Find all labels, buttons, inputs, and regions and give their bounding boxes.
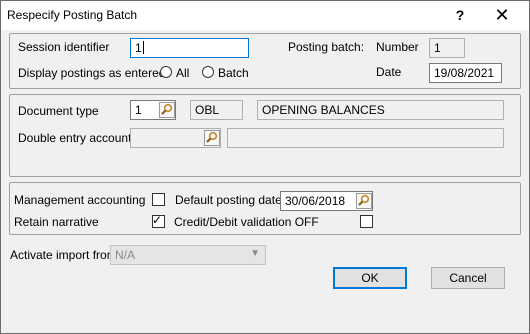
activate-import-select: N/A ▼ xyxy=(110,245,266,265)
radio-batch-label[interactable]: Batch xyxy=(218,66,249,80)
activate-import-selected: N/A xyxy=(115,248,136,262)
double-entry-lookup-icon[interactable] xyxy=(204,130,220,146)
credit-debit-validation-label: Credit/Debit validation OFF xyxy=(174,215,319,229)
title-bar: Respecify Posting Batch ? ✕ xyxy=(1,1,529,30)
chevron-down-icon: ▼ xyxy=(250,248,260,259)
session-identifier-label: Session identifier xyxy=(18,40,110,54)
radio-all[interactable] xyxy=(160,66,172,78)
text-cursor xyxy=(142,41,144,54)
dialog-title: Respecify Posting Batch xyxy=(7,8,138,22)
close-button[interactable]: ✕ xyxy=(487,4,517,26)
help-button[interactable]: ? xyxy=(449,5,471,25)
activate-import-label: Activate import from xyxy=(10,248,117,262)
document-type-label: Document type xyxy=(18,104,99,118)
respecify-posting-batch-dialog: Respecify Posting Batch ? ✕ Session iden… xyxy=(0,0,530,334)
radio-all-label[interactable]: All xyxy=(176,66,189,80)
posting-batch-label: Posting batch: xyxy=(288,40,365,54)
management-accounting-label: Management accounting xyxy=(14,193,146,207)
document-type-lookup-icon[interactable] xyxy=(159,102,175,118)
number-label: Number xyxy=(376,40,419,54)
document-type-description-field: OPENING BALANCES xyxy=(257,100,504,120)
default-posting-date-lookup-icon[interactable] xyxy=(356,193,372,209)
display-postings-label: Display postings as entered xyxy=(18,66,166,80)
posting-batch-number-field: 1 xyxy=(429,38,465,58)
radio-batch[interactable] xyxy=(202,66,214,78)
management-accounting-checkbox[interactable] xyxy=(152,193,165,206)
credit-debit-validation-checkbox[interactable] xyxy=(360,215,373,228)
document-type-code-field: OBL xyxy=(190,100,243,120)
session-identifier-value: 1 xyxy=(135,41,142,55)
retain-narrative-label: Retain narrative xyxy=(14,215,99,229)
retain-narrative-checkbox[interactable]: ✓ xyxy=(152,213,165,228)
session-identifier-input[interactable]: 1 xyxy=(130,38,249,58)
checkmark-icon: ✓ xyxy=(152,213,163,227)
ok-button[interactable]: OK xyxy=(333,267,407,289)
double-entry-description-field xyxy=(227,128,504,148)
default-posting-date-label: Default posting date xyxy=(175,193,282,207)
date-input[interactable]: 19/08/2021 xyxy=(429,63,502,83)
cancel-button[interactable]: Cancel xyxy=(431,267,505,289)
date-label: Date xyxy=(376,65,402,79)
double-entry-account-label: Double entry account xyxy=(18,131,132,145)
